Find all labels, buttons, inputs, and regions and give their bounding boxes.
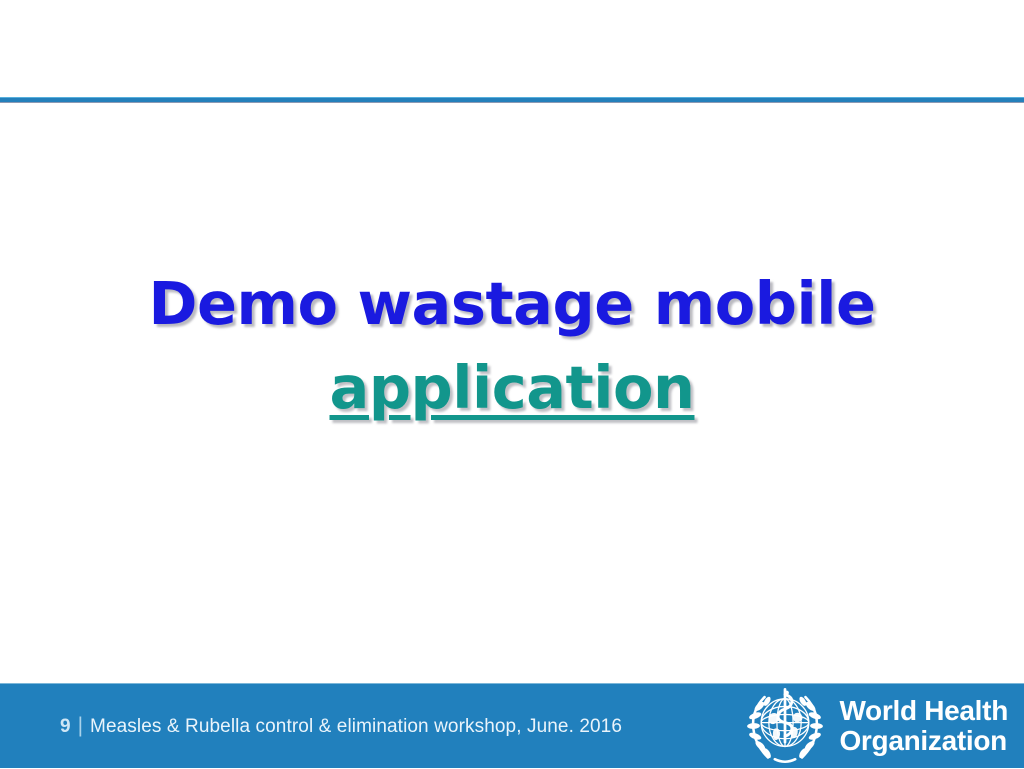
who-logo: World Health Organization [742, 683, 1008, 768]
footer-separator: | [77, 713, 84, 737]
headline-line-primary: Demo wastage mobile [148, 269, 877, 338]
slide-title-placeholder[interactable] [22, 26, 1002, 92]
slide-content-body: Demo wastage mobile application [62, 262, 962, 430]
footer-caption-text: Measles & Rubella control & elimination … [90, 715, 622, 737]
who-wordmark-line-2: Organization [839, 724, 1007, 756]
page-title: Demo wastage mobile application [62, 262, 962, 430]
headline-line-secondary: application [329, 352, 695, 422]
who-wordmark: World Health Organization [839, 696, 1008, 754]
footer-page-number: 9 [60, 715, 71, 737]
who-wordmark-line-1: World Health [839, 695, 1008, 727]
header-ghost-text [10, 106, 310, 128]
slide-canvas: Demo wastage mobile application 9 | Meas… [0, 0, 1024, 768]
who-emblem-icon [747, 687, 824, 763]
footer-caption: 9 | Measles & Rubella control & eliminat… [60, 684, 622, 769]
header-divider-rule [0, 97, 1024, 103]
slide-header [0, 0, 1024, 120]
